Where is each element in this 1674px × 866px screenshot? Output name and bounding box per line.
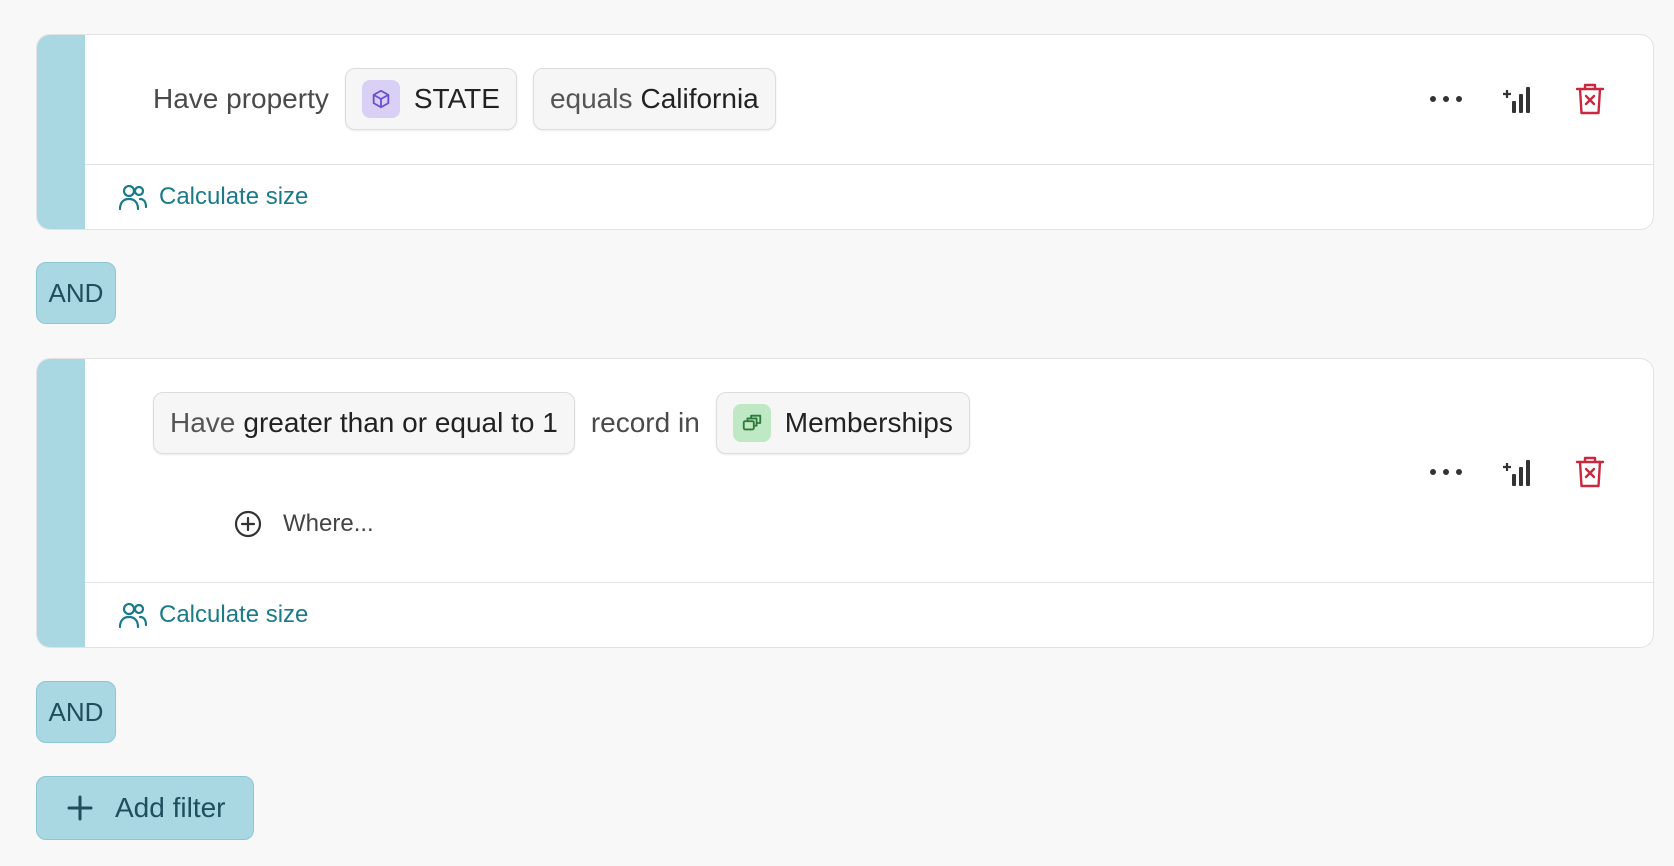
- trash-x-icon: [1575, 83, 1605, 115]
- ellipsis-icon: [1430, 469, 1462, 475]
- plus-icon: [67, 795, 93, 821]
- chart-bars-plus-icon: [1503, 460, 1530, 486]
- record-in-text: record in: [590, 407, 700, 438]
- cube-icon: [361, 80, 400, 118]
- property-chip-label: STATE: [413, 83, 500, 114]
- condition-operator: equals: [549, 83, 633, 114]
- add-filter-button[interactable]: Add filter: [36, 776, 254, 840]
- count-prefix: Have: [170, 407, 236, 438]
- ellipsis-icon: [1430, 96, 1462, 102]
- users-icon: [119, 602, 147, 628]
- collection-chip-label: Memberships: [784, 407, 953, 438]
- add-filter-label: Add filter: [115, 792, 226, 823]
- trash-x-icon: [1575, 456, 1605, 488]
- collection-chip[interactable]: Memberships: [715, 392, 970, 454]
- calculate-size-button[interactable]: Calculate size: [119, 183, 308, 211]
- count-chip[interactable]: Have greater than or equal to 1: [153, 392, 575, 454]
- delete-filter-button[interactable]: [1573, 82, 1607, 116]
- count-condition: greater than or equal to 1: [243, 407, 558, 438]
- and-connector[interactable]: AND: [36, 681, 116, 743]
- more-options-button[interactable]: [1429, 455, 1463, 489]
- and-connector[interactable]: AND: [36, 262, 116, 324]
- more-options-button[interactable]: [1429, 82, 1463, 116]
- where-label: Where...: [283, 510, 374, 537]
- filter-card-footer: Calculate size: [85, 164, 1653, 229]
- plus-circle-icon: [234, 510, 262, 538]
- filter-card-state: Have property STATE equals California Ca…: [36, 34, 1654, 230]
- chart-bars-plus-icon: [1503, 87, 1530, 113]
- filter-card-footer: Calculate size: [85, 582, 1653, 647]
- add-to-chart-button[interactable]: [1501, 455, 1535, 489]
- condition-value: California: [640, 83, 759, 114]
- filter-prefix-text: Have property: [153, 83, 329, 114]
- filter-card-memberships: Have greater than or equal to 1 record i…: [36, 358, 1654, 648]
- calculate-size-button[interactable]: Calculate size: [119, 601, 308, 629]
- filter-card-stripe: [37, 359, 85, 647]
- condition-chip[interactable]: equals California: [532, 68, 776, 130]
- delete-filter-button[interactable]: [1573, 455, 1607, 489]
- calculate-size-label: Calculate size: [159, 601, 309, 628]
- users-icon: [119, 184, 147, 210]
- property-chip[interactable]: STATE: [344, 68, 517, 130]
- add-to-chart-button[interactable]: [1501, 82, 1535, 116]
- stacked-cards-icon: [732, 404, 771, 442]
- add-where-condition-button[interactable]: Where...: [233, 509, 374, 539]
- calculate-size-label: Calculate size: [159, 183, 309, 210]
- filter-card-stripe: [37, 35, 85, 229]
